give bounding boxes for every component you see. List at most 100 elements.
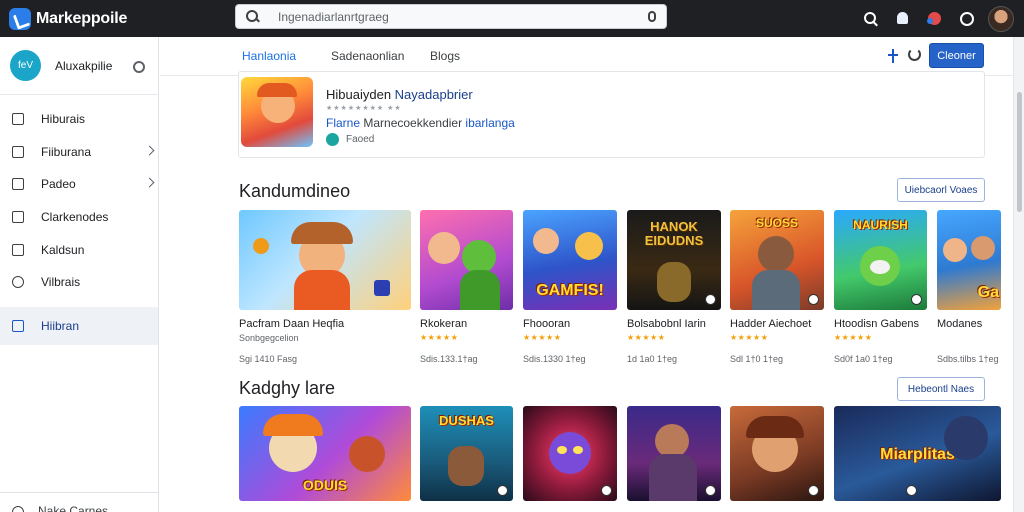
chevron-right-icon[interactable] xyxy=(144,145,155,156)
section-title: Kadghy lare xyxy=(239,378,336,398)
scrollbar-thumb[interactable] xyxy=(1017,92,1022,212)
platform-badge-icon xyxy=(808,294,819,305)
top-bar: Markeppoile Ingenadiarlanrtgraeg xyxy=(0,0,1024,37)
app-name[interactable]: Modanes xyxy=(937,318,1001,330)
search-input[interactable]: Ingenadiarlanrtgraeg xyxy=(278,10,389,24)
sidebar-item-2[interactable]: Padeo xyxy=(0,168,158,201)
app-tile[interactable]: NAURISH xyxy=(834,210,927,310)
microphone-icon[interactable] xyxy=(648,11,656,22)
app-tile[interactable]: DUSHAS xyxy=(420,406,513,501)
brand-name: Markeppoile xyxy=(36,9,128,27)
account-status-icon[interactable] xyxy=(133,61,145,73)
section-title: Kandumdineo xyxy=(239,181,351,201)
search-icon xyxy=(246,9,260,24)
app-tile[interactable] xyxy=(627,406,721,501)
account-avatar: feV xyxy=(10,50,41,81)
settings-icon[interactable] xyxy=(956,8,978,30)
sidebar-item-1[interactable]: Fiiburana xyxy=(0,136,158,169)
top-actions xyxy=(850,0,1014,37)
list-icon xyxy=(12,319,24,332)
app-meta: Sdbs.tilbs 1†eg xyxy=(937,354,999,364)
search-bar[interactable]: Ingenadiarlanrtgraeg xyxy=(235,4,667,29)
app-meta: Sdis.133.1†ag xyxy=(420,354,478,364)
chevron-right-icon[interactable] xyxy=(144,177,155,188)
add-icon[interactable] xyxy=(887,49,899,63)
bag-icon xyxy=(12,243,24,256)
tile-title-art: HANOK EIDUDNS xyxy=(644,219,704,248)
app-name[interactable]: Rkokeran xyxy=(420,318,513,330)
sidebar-nav: Hiburais Fiiburana Padeo Clarkenodes Kal… xyxy=(0,103,158,345)
sidebar: feV Aluxakpilie Hiburais Fiiburana Padeo… xyxy=(0,37,159,512)
app-rating: ★★★★★ xyxy=(834,333,873,342)
app-meta: Sdis.1330 1†eg xyxy=(523,354,586,364)
screen-icon xyxy=(12,211,24,224)
platform-badge-icon xyxy=(705,485,716,496)
tile-title-art: SUOSS xyxy=(755,216,798,230)
view-all-button[interactable]: Hebeontl Naes xyxy=(897,377,985,401)
app-tile[interactable] xyxy=(420,210,513,310)
platform-badge-icon xyxy=(911,294,922,305)
app-tile[interactable] xyxy=(239,210,411,310)
tile-title-art: NAURISH xyxy=(853,218,908,232)
app-tile[interactable] xyxy=(730,406,824,501)
tab-2[interactable]: Blogs xyxy=(430,49,460,63)
sidebar-item-3[interactable]: Clarkenodes xyxy=(0,201,158,234)
platform-badge-icon xyxy=(808,485,819,496)
featured-app-image xyxy=(241,77,313,147)
brand[interactable]: Markeppoile xyxy=(9,7,128,30)
folder-icon xyxy=(12,178,24,191)
tile-title-art: GAMFIS! xyxy=(536,282,604,299)
app-rating: ★★★★★ xyxy=(420,333,459,342)
sidebar-item-label: Vilbrais xyxy=(41,275,81,290)
tile-title-art: DUSHAS xyxy=(439,413,494,428)
account-name: Aluxakpilie xyxy=(55,58,113,73)
sidebar-item-0[interactable]: Hiburais xyxy=(0,103,158,136)
app-rating: ★★★★★ xyxy=(627,333,666,342)
featured-card[interactable]: Hibuaiyden Nayadapbrier ★★★★★★★★ ★★ Flar… xyxy=(238,71,985,158)
app-meta: 1d 1a0 1†eg xyxy=(627,354,678,364)
refresh-icon[interactable] xyxy=(908,48,921,61)
app-rating: ★★★★★ xyxy=(523,333,562,342)
sidebar-item-bottom[interactable]: Nake Carnes xyxy=(0,492,159,512)
notification-bell-icon[interactable] xyxy=(892,8,914,30)
user-avatar[interactable] xyxy=(988,5,1014,32)
platform-badge-icon xyxy=(601,485,612,496)
featured-title: Hibuaiyden Nayadapbrier xyxy=(326,87,473,102)
tab-0[interactable]: Hanlaonia xyxy=(242,49,296,63)
app-rating: ★★★★★ xyxy=(730,333,769,342)
grid-icon xyxy=(12,113,24,126)
account-header[interactable]: feV Aluxakpilie xyxy=(0,37,158,95)
sidebar-item-5[interactable]: Vilbrais xyxy=(0,266,158,299)
app-name[interactable]: Pacfram Daan Heqfia xyxy=(239,318,411,330)
app-name[interactable]: Htoodisn Gabens xyxy=(834,318,927,330)
app-tile[interactable] xyxy=(523,406,617,501)
sidebar-item-6[interactable]: Hiibran xyxy=(0,306,158,345)
view-all-button[interactable]: Uiebcaorl Voaes xyxy=(897,178,985,202)
tile-title-art: Ga xyxy=(977,284,999,301)
sidebar-item-label: Nake Carnes xyxy=(38,504,109,512)
sidebar-item-4[interactable]: Kaldsun xyxy=(0,233,158,266)
app-tile[interactable]: GAMFIS! xyxy=(523,210,617,310)
primary-button[interactable]: Cleoner xyxy=(929,43,984,68)
alerts-icon[interactable] xyxy=(924,8,946,30)
clock-icon xyxy=(12,276,24,289)
search-icon[interactable] xyxy=(860,8,882,30)
app-name[interactable]: Hadder Aiechoet xyxy=(730,318,824,330)
games-icon xyxy=(12,506,24,512)
app-tile[interactable]: SUOSS xyxy=(730,210,824,310)
app-name[interactable]: Bolsabobnl Iarin xyxy=(627,318,721,330)
sidebar-item-label: Hiibran xyxy=(41,318,80,333)
app-developer: Sonbgegcelion xyxy=(239,333,299,343)
brand-logo-icon xyxy=(9,7,31,30)
app-tile[interactable]: Ga xyxy=(937,210,1001,310)
featured-badge: Faoed xyxy=(326,133,374,146)
platform-badge-icon xyxy=(497,485,508,496)
app-name[interactable]: Fhoooran xyxy=(523,318,617,330)
app-tile[interactable]: Miarplitas xyxy=(834,406,1001,501)
tab-1[interactable]: Sadenaonlian xyxy=(331,49,404,63)
badge-dot-icon xyxy=(326,133,339,146)
scrollbar[interactable] xyxy=(1013,37,1024,512)
app-tile[interactable]: HANOK EIDUDNS xyxy=(627,210,721,310)
featured-subtitle: Flarne Marnecoekkendier ibarlanga xyxy=(326,116,515,130)
app-tile[interactable]: ODUIS xyxy=(239,406,411,501)
